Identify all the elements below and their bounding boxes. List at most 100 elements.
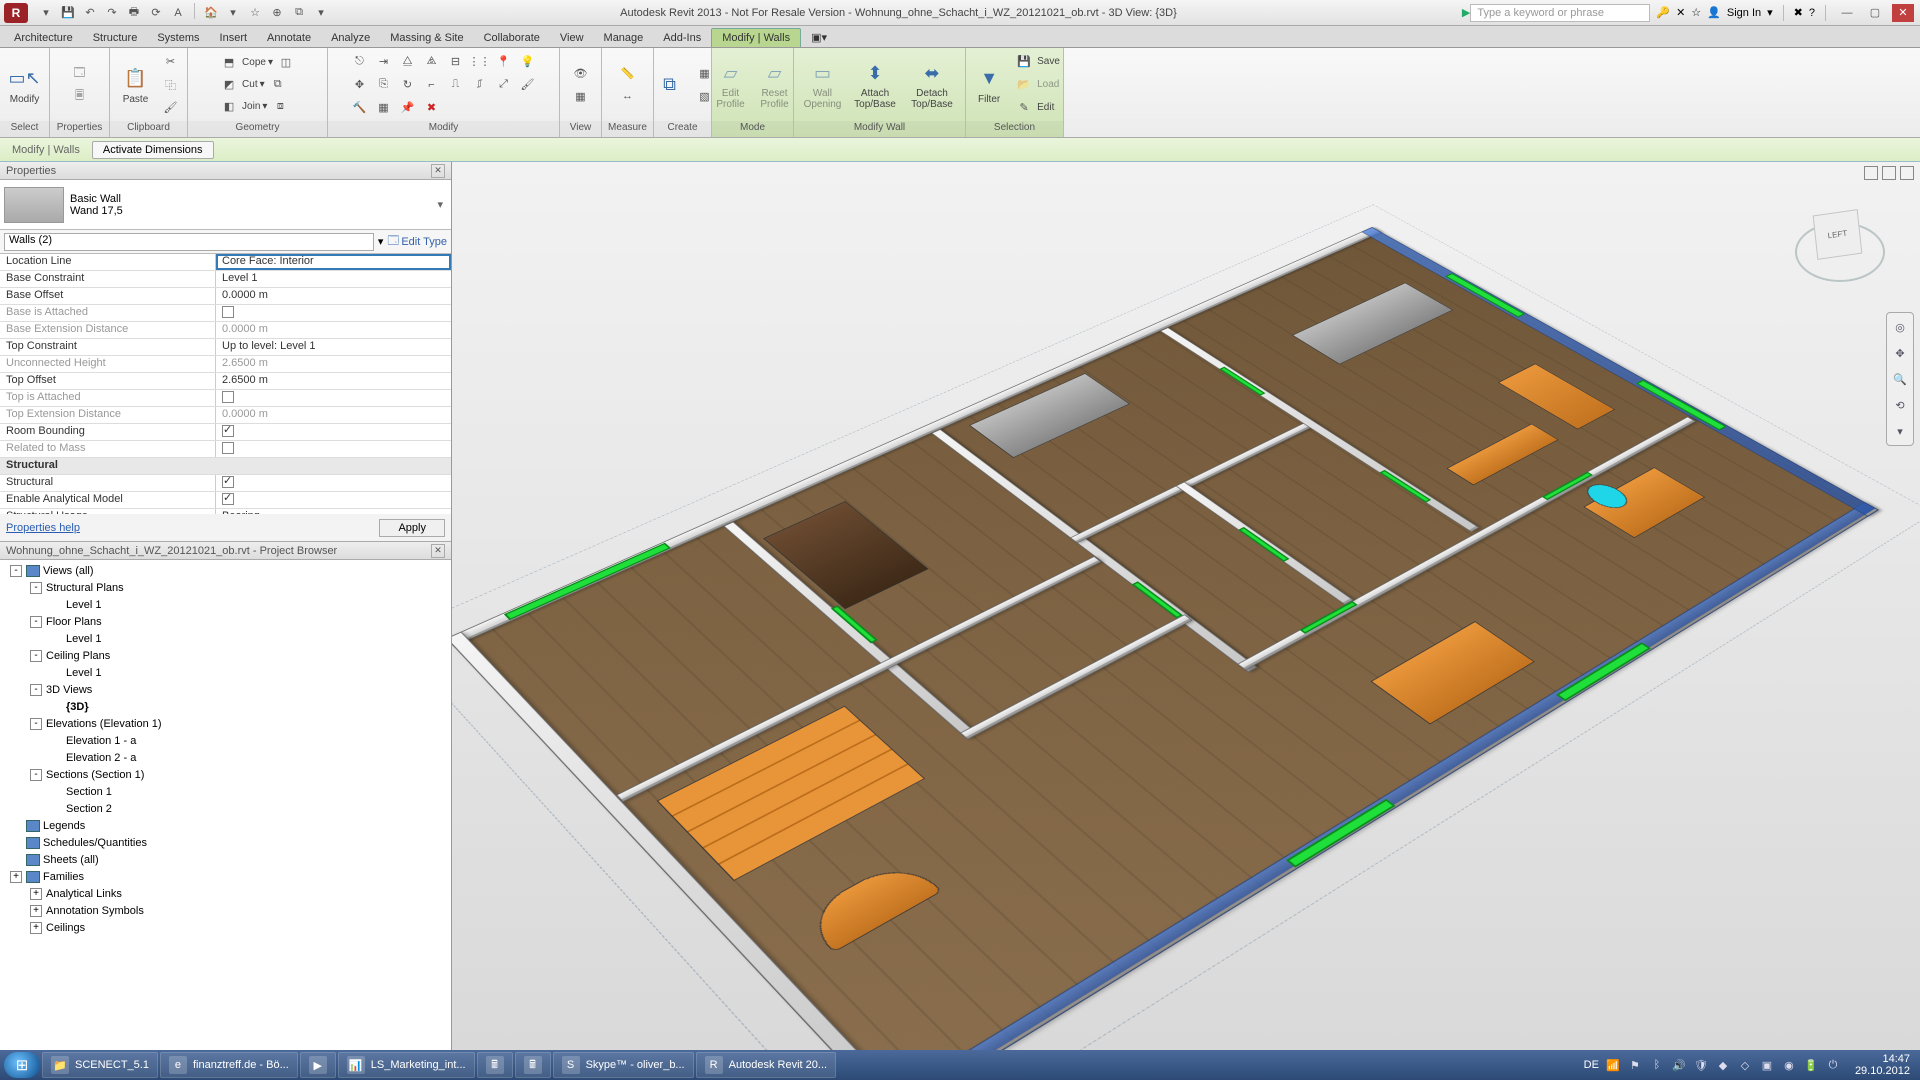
tree-expander-icon[interactable]: + xyxy=(30,922,42,934)
tray-bluetooth-icon[interactable]: ᛒ xyxy=(1649,1057,1665,1073)
demolish-icon[interactable]: 🔨 xyxy=(349,97,371,119)
detach-button[interactable]: ⬌Detach Top/Base xyxy=(905,57,959,112)
edit-profile-button[interactable]: ▱Edit Profile xyxy=(711,57,751,112)
qat-star-icon[interactable]: ☆ xyxy=(245,3,265,23)
qat-sync-icon[interactable]: ⟳ xyxy=(146,3,166,23)
signin-icon[interactable]: 👤 xyxy=(1707,6,1721,19)
qat-print-icon[interactable]: 🖶 xyxy=(124,3,144,23)
tree-node[interactable]: -Elevations (Elevation 1) xyxy=(0,715,451,732)
paint-icon[interactable]: 🖌 xyxy=(517,74,539,96)
taskbar-clock[interactable]: 14:47 29.10.2012 xyxy=(1849,1053,1916,1077)
tab-view[interactable]: View xyxy=(550,29,594,47)
steering-wheel-icon[interactable]: ◎ xyxy=(1890,317,1910,337)
mirror-axis-icon[interactable]: ⧋ xyxy=(397,51,419,73)
tree-expander-icon[interactable]: - xyxy=(30,769,42,781)
qat-text-icon[interactable]: A xyxy=(168,3,188,23)
save-selection-icon[interactable]: 💾 xyxy=(1013,51,1035,73)
trim-single-icon[interactable]: ⎎ xyxy=(469,74,491,96)
tree-expander-icon[interactable]: + xyxy=(30,888,42,900)
tree-expander-icon[interactable]: - xyxy=(30,616,42,628)
tree-node[interactable]: Section 1 xyxy=(0,783,451,800)
rotate-icon[interactable]: ↻ xyxy=(397,74,419,96)
properties-help-link[interactable]: Properties help xyxy=(6,522,80,534)
load-selection-icon[interactable]: 📂 xyxy=(1013,74,1035,96)
tree-expander-icon[interactable]: + xyxy=(30,905,42,917)
copy-icon[interactable]: ⎘ xyxy=(373,74,395,96)
property-row[interactable]: Enable Analytical Model xyxy=(0,492,451,509)
delete-icon[interactable]: ✖ xyxy=(421,97,443,119)
copy-clipboard-icon[interactable]: ⿻ xyxy=(160,74,182,96)
navbar-dropdown-icon[interactable]: ▾ xyxy=(1890,421,1910,441)
qat-more-icon[interactable]: ▾ xyxy=(311,3,331,23)
search-input[interactable]: Type a keyword or phrase xyxy=(1470,4,1650,22)
reset-profile-button[interactable]: ▱Reset Profile xyxy=(755,57,795,112)
qat-redo-icon[interactable]: ↷ xyxy=(102,3,122,23)
trim-icon[interactable]: ⌐ xyxy=(421,74,443,96)
tree-node[interactable]: Level 1 xyxy=(0,596,451,613)
tree-node[interactable]: Schedules/Quantities xyxy=(0,834,451,851)
taskbar-item[interactable]: 🖩 xyxy=(515,1052,551,1078)
filter-dropdown-icon[interactable]: ▾ xyxy=(378,235,384,248)
exchange-icon[interactable]: ✕ xyxy=(1676,6,1685,19)
paste-button[interactable]: 📋Paste xyxy=(116,63,156,107)
tree-expander-icon[interactable]: - xyxy=(30,684,42,696)
mirror-draw-icon[interactable]: ⧌ xyxy=(421,51,443,73)
pan-icon[interactable]: ✥ xyxy=(1890,343,1910,363)
property-row[interactable]: Top is Attached xyxy=(0,390,451,407)
property-row[interactable]: Base ConstraintLevel 1 xyxy=(0,271,451,288)
tree-node[interactable]: -Ceiling Plans xyxy=(0,647,451,664)
property-row[interactable]: Top ConstraintUp to level: Level 1 xyxy=(0,339,451,356)
activate-dimensions-button[interactable]: Activate Dimensions xyxy=(92,141,214,159)
edit-selection-icon[interactable]: ✎ xyxy=(1013,97,1035,119)
properties-grid[interactable]: Location LineCore Face: InteriorBase Con… xyxy=(0,254,451,514)
tab-structure[interactable]: Structure xyxy=(83,29,148,47)
viewport-3d[interactable]: LEFT ◎ ✥ 🔍 ⟲ ▾ xyxy=(452,162,1920,1050)
tree-node[interactable]: Level 1 xyxy=(0,630,451,647)
tree-expander-icon[interactable]: - xyxy=(30,650,42,662)
tab-addins[interactable]: Add-Ins xyxy=(653,29,711,47)
qat-recent-icon[interactable]: ▾ xyxy=(223,3,243,23)
selection-filter[interactable]: Walls (2) xyxy=(4,233,374,251)
edit-type-button[interactable]: 🗔 Edit Type xyxy=(387,232,447,251)
cut-geom-icon[interactable]: ◩ xyxy=(218,74,240,96)
property-row[interactable]: Room Bounding xyxy=(0,424,451,441)
type-dropdown-icon[interactable]: ▾ xyxy=(433,198,447,211)
split-icon[interactable]: ⧉ xyxy=(267,74,289,96)
attach-button[interactable]: ⬍Attach Top/Base xyxy=(849,57,901,112)
project-browser[interactable]: -Views (all)-Structural PlansLevel 1-Flo… xyxy=(0,560,451,1050)
app-logo[interactable]: R xyxy=(4,3,28,23)
help-icon[interactable]: ? xyxy=(1809,7,1815,19)
taskbar-item[interactable]: 📁SCENECT_5.1 xyxy=(42,1052,158,1078)
group-icon[interactable]: ▦ xyxy=(373,97,395,119)
tree-node[interactable]: -Structural Plans xyxy=(0,579,451,596)
tree-node[interactable]: +Families xyxy=(0,868,451,885)
tree-node[interactable]: Section 2 xyxy=(0,800,451,817)
view-close-icon[interactable] xyxy=(1900,166,1914,180)
cope-icon[interactable]: ⬒ xyxy=(218,52,240,74)
qat-open-icon[interactable]: ▾ xyxy=(36,3,56,23)
tree-expander-icon[interactable]: - xyxy=(30,718,42,730)
tree-node[interactable]: -Sections (Section 1) xyxy=(0,766,451,783)
orbit-icon[interactable]: ⟲ xyxy=(1890,395,1910,415)
tab-modify-walls[interactable]: Modify | Walls xyxy=(711,28,801,47)
wall-join-icon[interactable]: ⧈ xyxy=(269,96,291,118)
extend-icon[interactable]: ⎍ xyxy=(445,74,467,96)
view-minimize-icon[interactable] xyxy=(1864,166,1878,180)
property-row[interactable]: Base Extension Distance0.0000 m xyxy=(0,322,451,339)
tree-expander-icon[interactable]: - xyxy=(10,565,22,577)
join-geom-icon[interactable]: ◧ xyxy=(218,96,240,118)
qat-home-icon[interactable]: 🏠 xyxy=(201,3,221,23)
property-row[interactable]: Related to Mass xyxy=(0,441,451,458)
tree-node[interactable]: {3D} xyxy=(0,698,451,715)
infocenter-arrow-icon[interactable]: ▶ xyxy=(1462,6,1470,19)
minimize-button[interactable]: — xyxy=(1836,4,1858,22)
tree-node[interactable]: Sheets (all) xyxy=(0,851,451,868)
tree-node[interactable]: -Floor Plans xyxy=(0,613,451,630)
tray-app1-icon[interactable]: ◆ xyxy=(1715,1057,1731,1073)
tree-node[interactable]: +Ceilings xyxy=(0,919,451,936)
array-icon[interactable]: ⋮⋮ xyxy=(469,51,491,73)
tree-expander-icon[interactable]: + xyxy=(10,871,22,883)
exchange-apps-icon[interactable]: ✖ xyxy=(1794,6,1803,19)
language-indicator[interactable]: DE xyxy=(1584,1059,1599,1071)
dimension-icon[interactable]: ↔ xyxy=(617,85,639,107)
